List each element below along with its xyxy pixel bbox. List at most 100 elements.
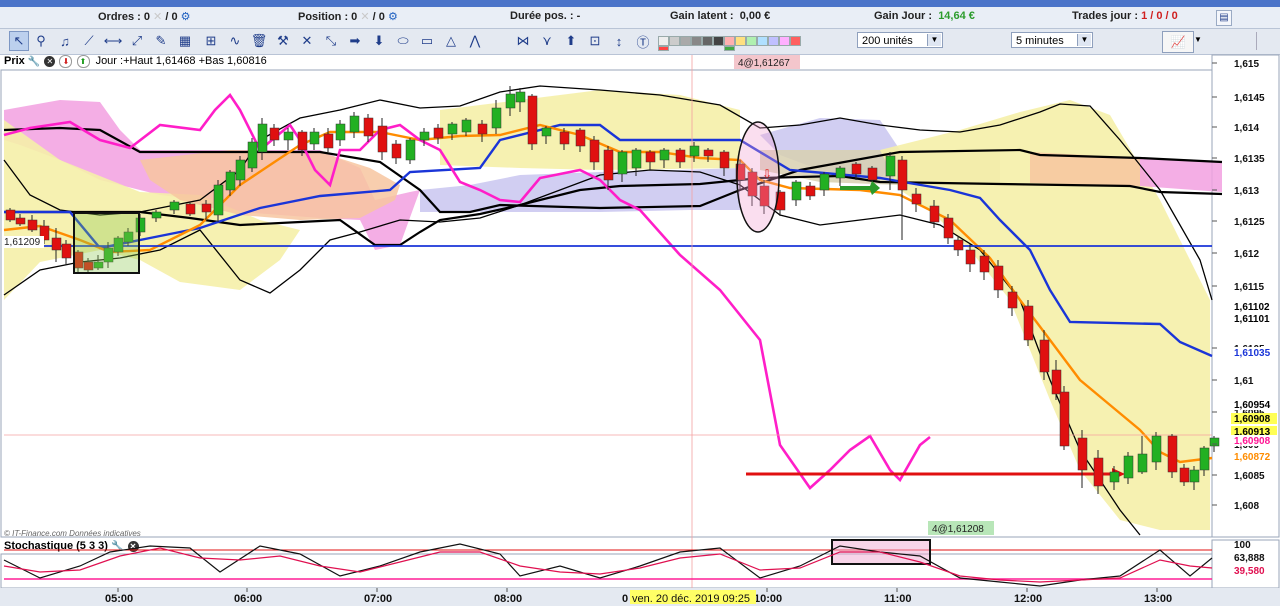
candle <box>169 201 180 211</box>
ordres-info: Ordres : 0 ✕ / 0 ⚙ <box>98 10 191 23</box>
cursor-prefix: 0 <box>622 593 628 605</box>
candle <box>283 131 294 141</box>
chart-type-icon[interactable]: 📈 <box>1162 31 1194 53</box>
color-palette[interactable] <box>658 32 806 51</box>
candle <box>247 141 258 169</box>
candle <box>269 127 280 141</box>
zigzag-icon[interactable]: ⋎ <box>538 32 556 50</box>
horizontal-line-icon[interactable]: ⟷ <box>104 32 123 50</box>
arrow-down-red-icon[interactable]: ⬇ <box>370 32 388 50</box>
ruler-icon[interactable]: ✎ <box>152 32 170 50</box>
chart-type-chevron-icon[interactable]: ▼ <box>1194 35 1202 44</box>
settings-icon[interactable]: ▤ <box>1216 10 1232 26</box>
candle <box>235 159 246 181</box>
grid-icon[interactable]: ⊡ <box>586 32 604 50</box>
candle <box>819 173 830 191</box>
candle <box>835 167 846 179</box>
gain-jour-label: Gain Jour : <box>874 10 933 22</box>
candle <box>885 155 896 177</box>
order-tag-bottom: 4@1,61208 <box>932 524 984 535</box>
zoom-tool-icon[interactable]: ⚲ <box>32 32 50 50</box>
candle <box>1093 457 1104 487</box>
candle <box>419 131 430 141</box>
candle <box>433 127 444 139</box>
title-bar <box>0 0 1280 7</box>
source-note: © IT-Finance.com Données indicatives <box>4 529 141 538</box>
expand-icon[interactable]: ⤡ <box>322 32 340 50</box>
candle <box>993 265 1004 291</box>
candle <box>589 139 600 163</box>
pointer-tool-icon[interactable]: ↖ <box>9 31 29 51</box>
candle <box>505 93 516 109</box>
candle <box>1199 447 1210 471</box>
time-label: 12:00 <box>1014 593 1042 605</box>
axis-label: 1,612 <box>1234 249 1259 260</box>
candle <box>1023 305 1034 341</box>
units-select[interactable]: 200 unités ▼ <box>857 32 943 48</box>
close-position-icon[interactable]: ✕ <box>360 11 369 23</box>
candle <box>201 203 212 213</box>
channel-icon[interactable]: ▦ <box>176 32 194 50</box>
trades-info: Trades jour : 1 / 0 / 0 <box>1072 10 1178 22</box>
arrow-right-icon[interactable]: ➡ <box>346 32 364 50</box>
position-link-icon[interactable]: ⚙ <box>388 11 398 23</box>
price-tag: 1,60954 <box>1234 400 1271 411</box>
candle <box>541 127 552 137</box>
axis-label: 1,608 <box>1234 501 1259 512</box>
cancel-x-icon[interactable]: ✕ <box>153 11 162 23</box>
candle <box>1123 455 1134 479</box>
candle <box>851 163 862 175</box>
ellipse-icon[interactable]: ⬭ <box>394 32 412 50</box>
text-tool-icon[interactable]: Ⓣ <box>634 32 652 50</box>
axis-label: 1,6145 <box>1234 93 1265 104</box>
fibonacci-icon[interactable]: ⊞ <box>202 32 220 50</box>
delete-trash-icon[interactable]: 🗑 <box>250 32 268 50</box>
candle <box>447 123 458 135</box>
triangle-icon[interactable]: △ <box>442 32 460 50</box>
ray-line-icon[interactable]: ⤢ <box>128 32 146 50</box>
candle <box>867 167 878 181</box>
highlight-box <box>73 212 140 274</box>
candle <box>51 237 62 251</box>
position-info-bar: Ordres : 0 ✕ / 0 ⚙ Position : 0 ✕ / 0 ⚙ … <box>0 7 1280 29</box>
alert-bell-icon[interactable]: ♫ <box>56 32 74 50</box>
wave-icon[interactable]: ∿ <box>226 32 244 50</box>
gain-jour-info: Gain Jour : 14,64 € <box>874 10 975 22</box>
position-sep: / <box>372 11 376 23</box>
candle <box>213 184 224 216</box>
arrow-up-green-icon[interactable]: ⬆ <box>562 32 580 50</box>
vertical-range-icon[interactable]: ↕ <box>610 32 628 50</box>
candle <box>5 209 16 221</box>
candle <box>335 123 346 141</box>
tools-icon[interactable]: ⚒ <box>274 32 292 50</box>
price-tag: 1,60872 <box>1234 452 1271 463</box>
cursor-time-label: ven. 20 déc. 2019 09:25 <box>632 593 750 605</box>
position-value2: 0 <box>378 11 385 23</box>
period-select[interactable]: 5 minutes ▼ <box>1011 32 1093 48</box>
rectangle-icon[interactable]: ▭ <box>418 32 436 50</box>
candle <box>323 133 334 149</box>
candle <box>527 95 538 145</box>
time-label: 11:00 <box>884 593 912 605</box>
candle <box>491 107 502 129</box>
candle <box>703 149 714 157</box>
link-icon[interactable]: ⚙ <box>181 11 191 23</box>
position-label: Position : <box>298 11 349 23</box>
stoch-value-k: 63,888 <box>1234 553 1265 564</box>
units-select-value: 200 unités <box>862 35 913 47</box>
candle <box>559 131 570 145</box>
candle <box>645 151 656 163</box>
trades-value: 1 / 0 / 0 <box>1141 10 1178 22</box>
arrow-cross-icon[interactable]: ✕ <box>298 32 316 50</box>
ordres-value: 0 <box>143 11 150 23</box>
axis-label: 1,6125 <box>1234 217 1265 228</box>
axis-label: 1,61 <box>1234 376 1254 387</box>
trendline-icon[interactable]: ⟋ <box>80 32 98 50</box>
ordres-label: Ordres : <box>98 11 141 23</box>
gain-jour-value: 14,64 € <box>938 10 975 22</box>
polyline-icon[interactable]: ⋀ <box>466 32 484 50</box>
pattern-icon[interactable]: ⋈ <box>514 32 532 50</box>
toolbar-separator <box>1256 32 1275 50</box>
price-chart[interactable]: ⇩ 4@1,61267 4@1,61208 © IT-Finance.com Donn… <box>0 54 1280 606</box>
trades-label: Trades jour : <box>1072 10 1139 22</box>
